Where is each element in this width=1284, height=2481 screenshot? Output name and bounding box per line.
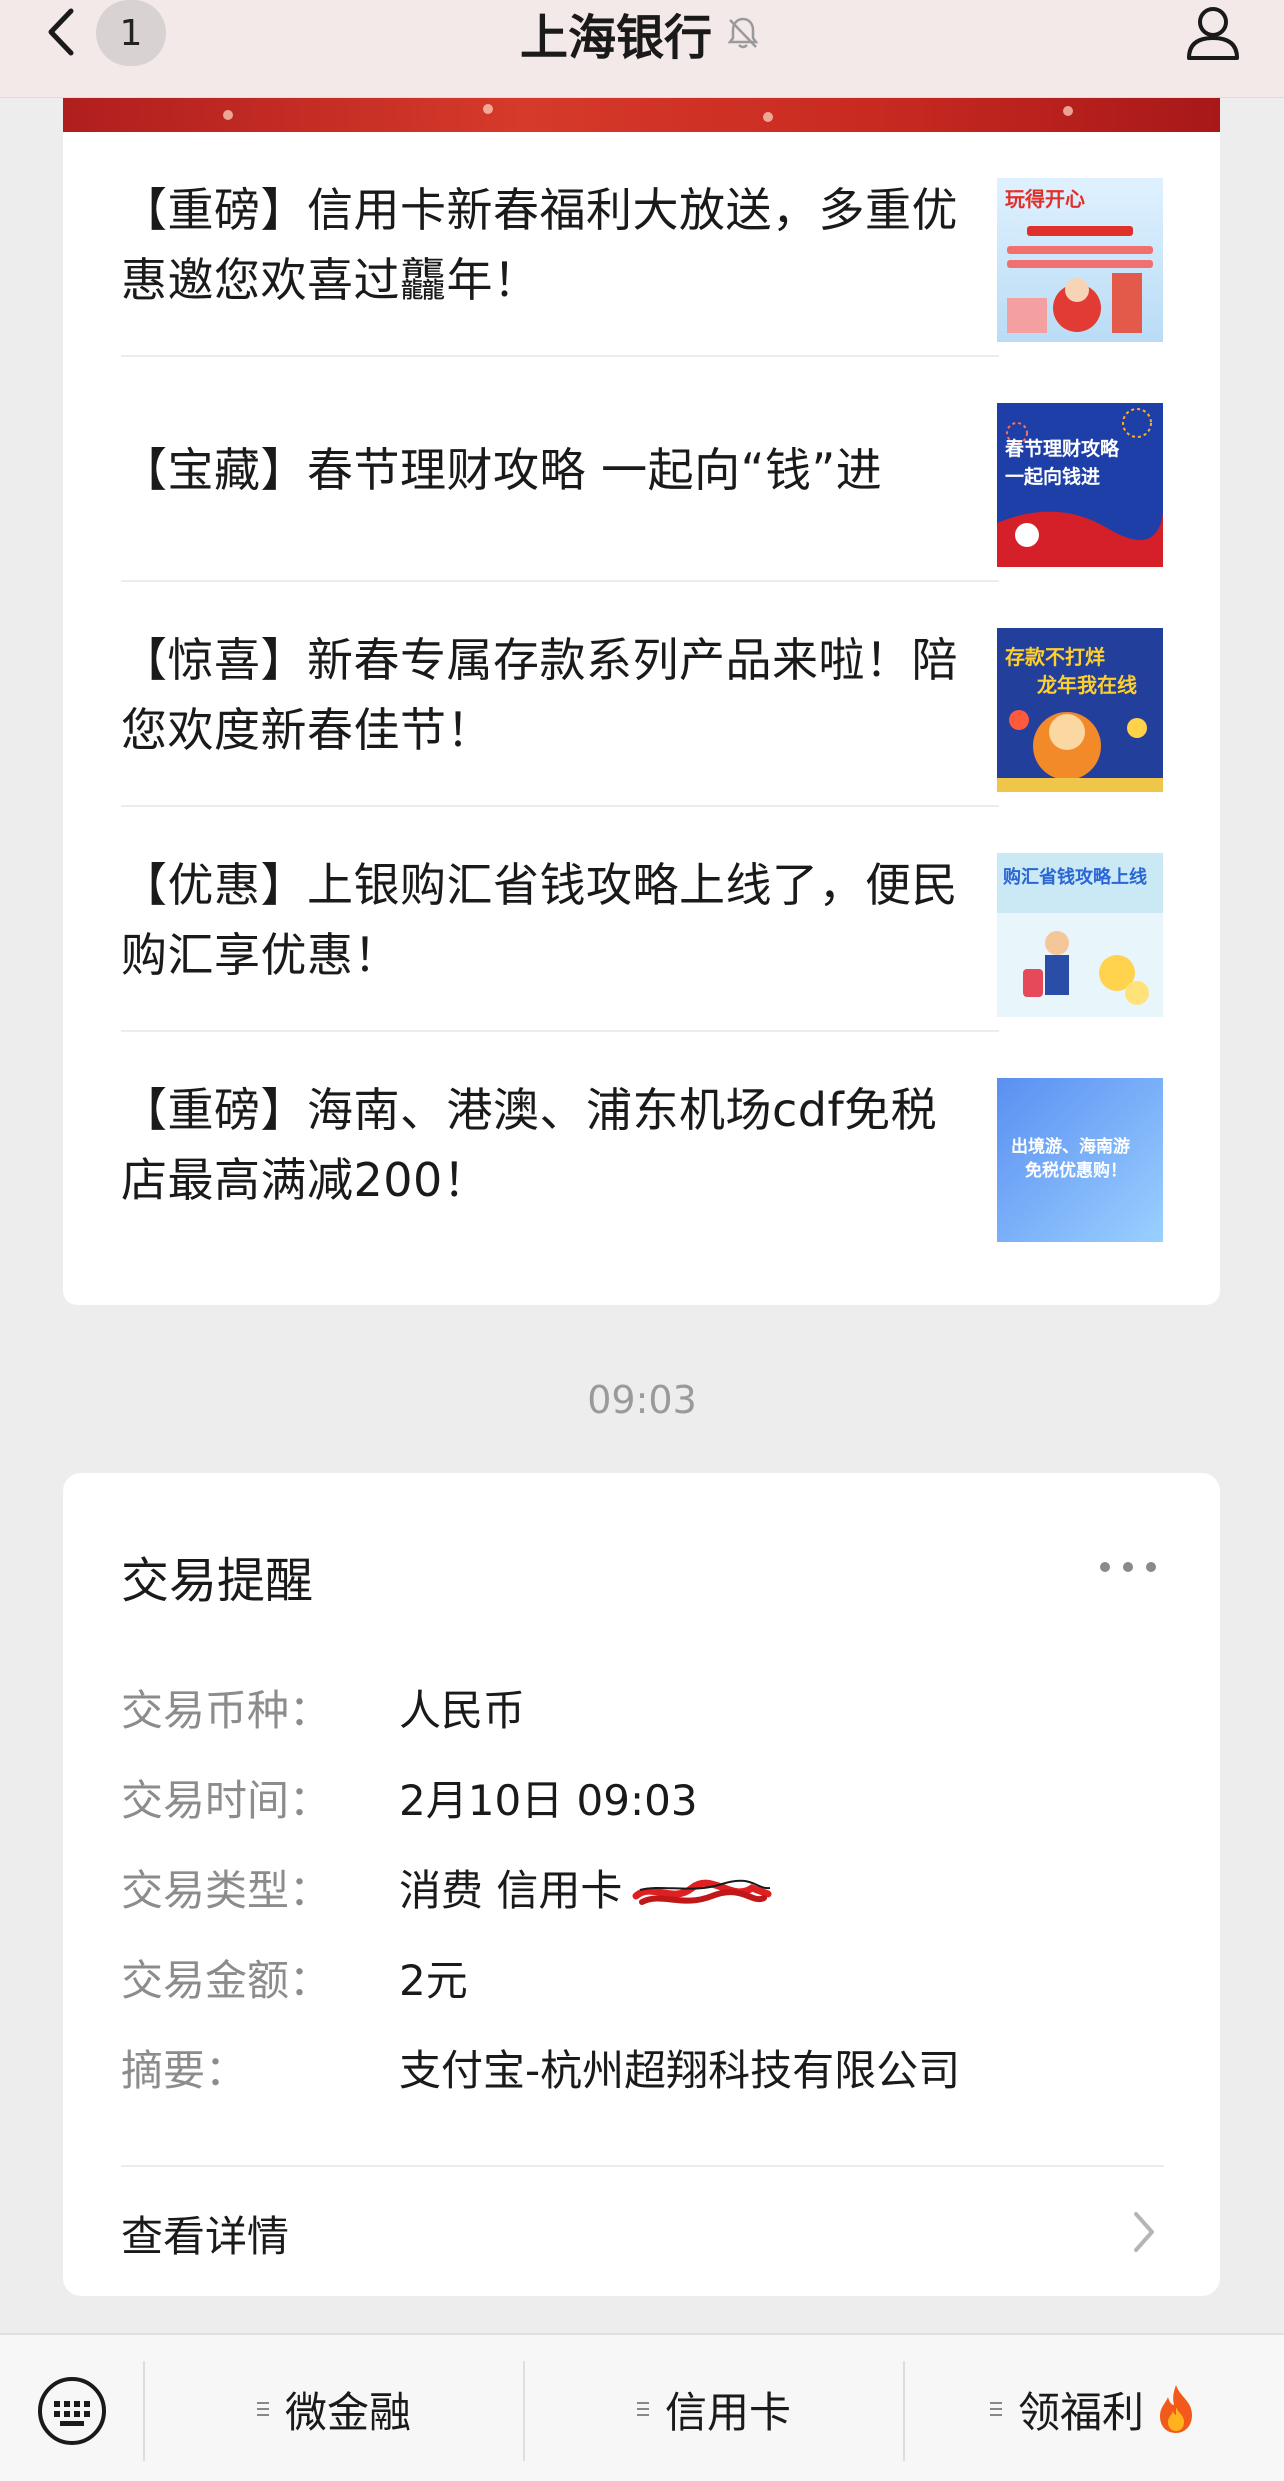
row-label: 摘要： xyxy=(121,2046,248,2095)
more-options-button[interactable] xyxy=(1100,1559,1156,1575)
svg-text:玩得开心: 玩得开心 xyxy=(1005,187,1085,211)
row-label: 交易金额： xyxy=(121,1956,332,2005)
more-dot-icon xyxy=(1123,1562,1133,1572)
menu-item-label: 微金融 xyxy=(284,2387,411,2437)
transaction-title: 交易提醒 xyxy=(121,1553,314,1609)
menu-lines-icon xyxy=(989,2402,1002,2416)
article-item[interactable]: 【重磅】信用卡新春福利大放送，多重优惠邀您欢喜过龘年！ 玩得开心 xyxy=(121,132,1163,357)
article-item[interactable]: 【重磅】海南、港澳、浦东机场cdf免税店最高满减200！ 出境游、海南游 免税优… xyxy=(121,1032,1163,1257)
profile-button[interactable] xyxy=(1182,0,1244,64)
article-thumbnail[interactable]: 出境游、海南游 免税优惠购！ xyxy=(997,1078,1163,1242)
menu-item-credit-card[interactable]: 信用卡 xyxy=(525,2335,903,2481)
row-value: 2月10日 09:03 xyxy=(399,1776,698,1825)
transaction-card[interactable]: 交易提醒 交易币种： 人民币 交易时间： 2月10日 09:03 交易类型： 消… xyxy=(63,1473,1220,2296)
row-value: 人民币 xyxy=(399,1686,526,1735)
article-title[interactable]: 【优惠】上银购汇省钱攻略上线了，便民购汇享优惠！ xyxy=(121,807,981,1032)
row-value-wrap: 消费 信用卡 xyxy=(399,1861,772,1921)
article-thumbnail[interactable]: 存款不打烊 龙年我在线 xyxy=(997,628,1163,792)
view-details-link[interactable]: 查看详情 xyxy=(121,2167,1164,2296)
row-value: 2元 xyxy=(399,1956,468,2005)
svg-text:龙年我在线: 龙年我在线 xyxy=(1037,673,1137,697)
article-thumbnail[interactable]: 春节理财攻略 一起向钱进 xyxy=(997,403,1163,567)
transaction-row-summary: 摘要： 支付宝-杭州超翔科技有限公司 xyxy=(121,2041,1161,2101)
fire-icon xyxy=(1160,2385,1192,2433)
title-container: 上海银行 xyxy=(0,0,1284,66)
article-card: 【重磅】信用卡新春福利大放送，多重优惠邀您欢喜过龘年！ 玩得开心 【宝藏】春节理… xyxy=(63,132,1220,1305)
svg-text:免税优惠购！: 免税优惠购！ xyxy=(1025,1160,1127,1181)
article-item[interactable]: 【优惠】上银购汇省钱攻略上线了，便民购汇享优惠！ 购汇省钱攻略上线 xyxy=(121,807,1163,1032)
more-dot-icon xyxy=(1146,1562,1156,1572)
article-title[interactable]: 【重磅】信用卡新春福利大放送，多重优惠邀您欢喜过龘年！ xyxy=(121,132,981,357)
chat-header: 1 上海银行 xyxy=(0,0,1284,98)
row-label: 交易币种： xyxy=(121,1686,332,1735)
view-details-label: 查看详情 xyxy=(121,2212,290,2261)
bottom-menu-bar: 微金融 信用卡 领福利 xyxy=(0,2333,1284,2481)
svg-text:春节理财攻略: 春节理财攻略 xyxy=(1005,437,1120,460)
menu-item-label: 领福利 xyxy=(1017,2387,1144,2437)
article-item[interactable]: 【宝藏】春节理财攻略 一起向“钱”进 春节理财攻略 一起向钱进 xyxy=(121,357,1163,582)
row-label: 交易类型： xyxy=(121,1866,332,1915)
row-value: 消费 信用卡 xyxy=(399,1866,623,1915)
transaction-row-type: 交易类型： 消费 信用卡 xyxy=(121,1861,1161,1921)
article-thumbnail[interactable]: 玩得开心 xyxy=(997,178,1163,342)
article-item[interactable]: 【惊喜】新春专属存款系列产品来啦！陪您欢度新春佳节！ 存款不打烊 龙年我在线 xyxy=(121,582,1163,807)
article-thumbnail[interactable]: 购汇省钱攻略上线 xyxy=(997,853,1163,1017)
redacted-card-number xyxy=(632,1879,772,1905)
bell-off-icon xyxy=(724,13,764,53)
svg-text:出境游、海南游: 出境游、海南游 xyxy=(1011,1136,1130,1157)
keyboard-icon xyxy=(38,2377,106,2445)
chat-title: 上海银行 xyxy=(519,10,712,66)
article-title[interactable]: 【宝藏】春节理财攻略 一起向“钱”进 xyxy=(121,357,981,582)
menu-item-benefits[interactable]: 领福利 xyxy=(905,2335,1283,2481)
transaction-row-currency: 交易币种： 人民币 xyxy=(121,1681,1161,1741)
message-timestamp: 09:03 xyxy=(587,1378,697,1422)
menu-lines-icon xyxy=(256,2402,269,2416)
article-banner-strip[interactable] xyxy=(63,98,1220,132)
person-icon xyxy=(1187,7,1239,60)
transaction-row-amount: 交易金额： 2元 xyxy=(121,1951,1161,2011)
keyboard-toggle-button[interactable] xyxy=(36,2375,108,2447)
row-value: 支付宝-杭州超翔科技有限公司 xyxy=(399,2046,961,2095)
menu-item-label: 信用卡 xyxy=(664,2387,791,2437)
article-title[interactable]: 【重磅】海南、港澳、浦东机场cdf免税店最高满减200！ xyxy=(121,1032,981,1257)
svg-text:存款不打烊: 存款不打烊 xyxy=(1005,645,1105,669)
svg-text:购汇省钱攻略上线: 购汇省钱攻略上线 xyxy=(1003,866,1147,888)
menu-item-wei-jinrong[interactable]: 微金融 xyxy=(145,2335,523,2481)
chevron-right-icon xyxy=(1124,2207,1164,2257)
row-label: 交易时间： xyxy=(121,1776,332,1825)
article-title[interactable]: 【惊喜】新春专属存款系列产品来啦！陪您欢度新春佳节！ xyxy=(121,582,981,807)
transaction-row-time: 交易时间： 2月10日 09:03 xyxy=(121,1771,1161,1831)
menu-lines-icon xyxy=(636,2402,649,2416)
more-dot-icon xyxy=(1100,1562,1110,1572)
svg-text:一起向钱进: 一起向钱进 xyxy=(1005,465,1100,488)
